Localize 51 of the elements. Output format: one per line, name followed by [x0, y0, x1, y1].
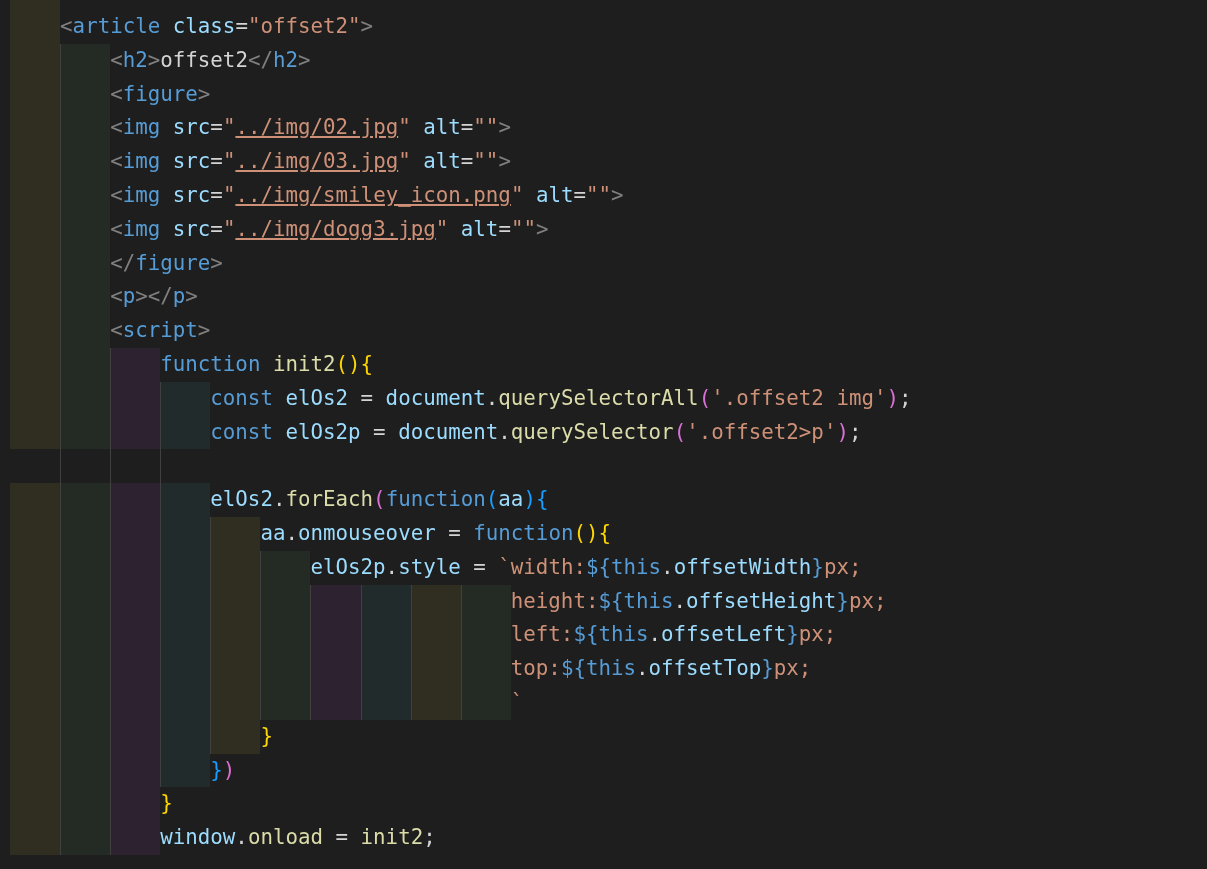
code-line: <script> — [110, 317, 211, 345]
indent-highlight — [160, 381, 211, 416]
indent-highlight — [460, 685, 511, 720]
code-line: <article class="offset2"> — [60, 13, 374, 40]
indent-highlight — [10, 415, 61, 450]
code-line: left:${this.offsetLeft}px; — [510, 621, 837, 649]
indent-highlight — [160, 483, 211, 517]
code-line: }) — [210, 756, 236, 784]
code-line: } — [260, 722, 273, 750]
code-line: <img src="../img/dogg3.jpg" alt=""> — [110, 215, 549, 243]
code-line: <img src="../img/02.jpg" alt=""> — [110, 114, 511, 142]
indent-highlight — [360, 584, 411, 619]
code-line: } — [160, 790, 173, 818]
code-line: elOs2p.style = `width:${this.offsetWidth}px; — [310, 553, 862, 581]
indent-highlight — [310, 685, 361, 720]
code-line: elOs2.forEach(function(aa){ — [210, 486, 549, 514]
indent-highlight — [10, 821, 61, 855]
code-line: <h2>offset2</h2> — [110, 46, 311, 74]
indent-highlight — [360, 685, 411, 720]
indent-highlight — [410, 584, 461, 619]
code-line: </figure> — [110, 249, 223, 277]
indent-highlight — [160, 753, 211, 788]
code-line: top:${this.offsetTop}px; — [510, 655, 812, 683]
code-line: <figure> — [110, 80, 211, 108]
indent-highlight — [110, 483, 161, 517]
code-line: window.onload = init2; — [160, 824, 436, 852]
code-line: const elOs2 = document.querySelectorAll('.offset2 img'); — [210, 384, 912, 412]
code-line: height:${this.offsetHeight}px; — [510, 587, 887, 615]
indent-highlight — [110, 415, 161, 450]
indent-highlight — [110, 821, 161, 855]
indent-highlight — [410, 685, 461, 720]
code-line: <img src="../img/smiley_icon.png" alt=""> — [110, 182, 624, 209]
indent-highlight — [210, 516, 261, 551]
indent-highlight — [160, 415, 211, 450]
indent-highlight — [260, 685, 311, 720]
indent-highlight — [60, 483, 111, 517]
indent-highlight — [10, 483, 61, 517]
code-line: const elOs2p = document.querySelector('.offset2>p'); — [210, 418, 862, 446]
code-line: function init2(){ — [160, 350, 374, 378]
indent-highlight — [210, 719, 261, 754]
indent-highlight — [110, 347, 161, 382]
indent-highlight — [460, 584, 511, 619]
indent-highlight — [60, 821, 111, 855]
code-line: aa.onmouseover = function(){ — [260, 519, 611, 547]
code-line: <p></p> — [110, 283, 198, 311]
indent-highlight — [60, 43, 111, 78]
indent-highlight — [260, 550, 311, 585]
indent-highlight — [310, 584, 361, 619]
indent-highlight — [60, 415, 111, 450]
code-line: ` — [510, 688, 524, 716]
code-line: <img src="../img/03.jpg" alt=""> — [110, 148, 511, 176]
